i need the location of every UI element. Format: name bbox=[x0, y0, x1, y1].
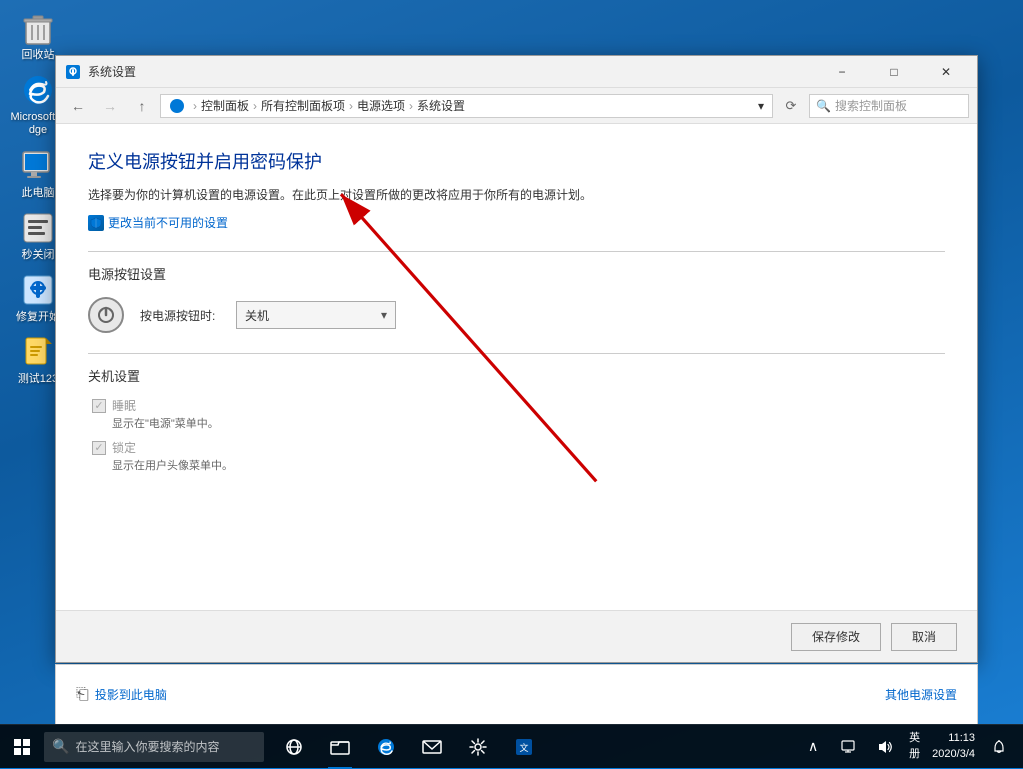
sleep-desc: 显示在"电源"菜单中。 bbox=[112, 415, 945, 431]
refresh-button[interactable]: ⟳ bbox=[777, 92, 805, 120]
file-explorer-button[interactable] bbox=[318, 725, 362, 769]
sleep-label: 睡眠 bbox=[112, 397, 136, 414]
time-display: 11:13 bbox=[932, 731, 975, 746]
checkmark: ✓ bbox=[94, 399, 103, 412]
test-icon bbox=[20, 334, 56, 370]
path-segment-5: 系统设置 bbox=[417, 97, 465, 114]
sleep-checkbox-item: ✓ 睡眠 显示在"电源"菜单中。 bbox=[92, 397, 945, 431]
window-icon bbox=[64, 63, 82, 81]
search-icon: 🔍 bbox=[816, 99, 831, 113]
dropdown-arrow-icon: ▾ bbox=[381, 308, 387, 322]
tray-chevron[interactable]: ∧ bbox=[797, 731, 829, 763]
forward-button[interactable]: → bbox=[96, 92, 124, 120]
svg-text:文: 文 bbox=[519, 742, 528, 753]
checkbox-list: ✓ 睡眠 显示在"电源"菜单中。 ✓ 锁定 显示在用户头像菜单中。 bbox=[88, 397, 945, 473]
task-view-button[interactable] bbox=[272, 725, 316, 769]
address-right-controls: ⟳ 🔍 搜索控制面板 bbox=[777, 92, 969, 120]
sleep-checkbox[interactable]: ✓ bbox=[92, 399, 106, 413]
taskbar-search-icon: 🔍 bbox=[52, 738, 69, 755]
system-settings-window: 系统设置 − □ ✕ ← → ↑ › 控制面板 › 所有控制面板项 › 电源选项 bbox=[55, 55, 978, 663]
address-bar: ← → ↑ › 控制面板 › 所有控制面板项 › 电源选项 › 系统设置 ▾ bbox=[56, 88, 977, 124]
power-btn-value: 关机 bbox=[245, 307, 269, 324]
search-placeholder: 搜索控制面板 bbox=[835, 97, 907, 114]
start-button[interactable] bbox=[0, 725, 44, 769]
up-button[interactable]: ↑ bbox=[128, 92, 156, 120]
path-sep-2: › bbox=[253, 99, 257, 113]
edge-icon bbox=[20, 72, 56, 108]
change-settings-link[interactable]: 更改当前不可用的设置 bbox=[88, 214, 945, 231]
tray-display-icon[interactable] bbox=[833, 731, 865, 763]
checkmark-lock: ✓ bbox=[94, 441, 103, 454]
shortcuts-icon bbox=[20, 210, 56, 246]
notification-button[interactable] bbox=[983, 725, 1015, 769]
lang-label: 英 bbox=[909, 731, 920, 746]
address-path[interactable]: › 控制面板 › 所有控制面板项 › 电源选项 › 系统设置 ▾ bbox=[160, 94, 773, 118]
path-sep-4: › bbox=[409, 99, 413, 113]
shield-icon bbox=[88, 215, 104, 231]
taskbar-search-text: 在这里输入你要搜索的内容 bbox=[75, 738, 219, 755]
dropdown-arrow: ▾ bbox=[758, 99, 764, 113]
other-power-settings-link[interactable]: 其他电源设置 bbox=[885, 686, 957, 703]
minimize-button[interactable]: − bbox=[819, 56, 865, 88]
path-sep-1: › bbox=[193, 99, 197, 113]
clock[interactable]: 11:13 2020/3/4 bbox=[928, 731, 979, 762]
divider-1 bbox=[88, 251, 945, 252]
recycle-bin-label: 回收站 bbox=[22, 49, 55, 62]
path-segment-4: 电源选项 bbox=[357, 97, 405, 114]
power-btn-row: 按电源按钮时: 关机 ▾ bbox=[88, 297, 945, 333]
settings-button[interactable] bbox=[456, 725, 500, 769]
power-btn-dropdown[interactable]: 关机 ▾ bbox=[236, 301, 396, 329]
taskbar: 🔍 在这里输入你要搜索的内容 bbox=[0, 724, 1023, 768]
tray-volume-icon[interactable] bbox=[869, 731, 901, 763]
divider-2 bbox=[88, 353, 945, 354]
project-icon: ⎗ bbox=[76, 686, 89, 704]
power-icon bbox=[88, 297, 124, 333]
test-label: 测试123 bbox=[18, 373, 58, 386]
mail-button[interactable] bbox=[410, 725, 454, 769]
button-bar: 保存修改 取消 bbox=[56, 610, 977, 662]
this-pc-label: 此电脑 bbox=[22, 187, 55, 200]
shortcuts-label: 秒关闭 bbox=[22, 249, 55, 262]
lock-desc: 显示在用户头像菜单中。 bbox=[112, 457, 945, 473]
control-panel-search[interactable]: 🔍 搜索控制面板 bbox=[809, 94, 969, 118]
taskbar-center-icons: 文 bbox=[272, 725, 546, 769]
taskbar-search[interactable]: 🔍 在这里输入你要搜索的内容 bbox=[44, 732, 264, 762]
close-button[interactable]: ✕ bbox=[923, 56, 969, 88]
repair-label: 修复开始 bbox=[16, 311, 60, 324]
taskbar-right: ∧ 英 册 11:13 202 bbox=[797, 725, 1023, 769]
power-btn-section-title: 电源按钮设置 bbox=[88, 264, 945, 283]
this-pc-icon bbox=[20, 148, 56, 184]
bottom-panel: ⎗ 投影到此电脑 其他电源设置 bbox=[55, 664, 978, 724]
desktop: 回收站 Microsoft Edge 此电脑 bbox=[0, 0, 1023, 768]
lock-checkbox[interactable]: ✓ bbox=[92, 441, 106, 455]
power-btn-label: 按电源按钮时: bbox=[140, 307, 220, 324]
cancel-button[interactable]: 取消 bbox=[891, 623, 957, 651]
other-power-label: 其他电源设置 bbox=[885, 688, 957, 702]
lock-label: 锁定 bbox=[112, 439, 136, 456]
path-segment-1 bbox=[169, 98, 189, 114]
ime-label: 册 bbox=[909, 747, 920, 762]
ime-button[interactable]: 文 bbox=[502, 725, 546, 769]
page-title: 定义电源按钮并启用密码保护 bbox=[88, 148, 945, 174]
save-button[interactable]: 保存修改 bbox=[791, 623, 881, 651]
recycle-bin-icon bbox=[20, 10, 56, 46]
shutdown-section-title: 关机设置 bbox=[88, 366, 945, 385]
project-label: 投影到此电脑 bbox=[95, 686, 167, 703]
lock-checkbox-item: ✓ 锁定 显示在用户头像菜单中。 bbox=[92, 439, 945, 473]
change-settings-text: 更改当前不可用的设置 bbox=[108, 214, 228, 231]
path-sep-3: › bbox=[349, 99, 353, 113]
back-button[interactable]: ← bbox=[64, 92, 92, 120]
page-description: 选择要为你的计算机设置的电源设置。在此页上对设置所做的更改将应用于你所有的电源计… bbox=[88, 186, 945, 204]
tray-lang[interactable]: 英 册 bbox=[905, 731, 924, 762]
maximize-button[interactable]: □ bbox=[871, 56, 917, 88]
path-segment-3: 所有控制面板项 bbox=[261, 97, 345, 114]
project-to-pc-link[interactable]: ⎗ 投影到此电脑 bbox=[76, 686, 167, 704]
title-bar: 系统设置 − □ ✕ bbox=[56, 56, 977, 88]
content-area: 定义电源按钮并启用密码保护 选择要为你的计算机设置的电源设置。在此页上对设置所做… bbox=[56, 124, 977, 610]
path-segment-2: 控制面板 bbox=[201, 97, 249, 114]
repair-icon bbox=[20, 272, 56, 308]
edge-taskbar-button[interactable] bbox=[364, 725, 408, 769]
window-title: 系统设置 bbox=[88, 63, 813, 80]
date-display: 2020/3/4 bbox=[932, 747, 975, 762]
